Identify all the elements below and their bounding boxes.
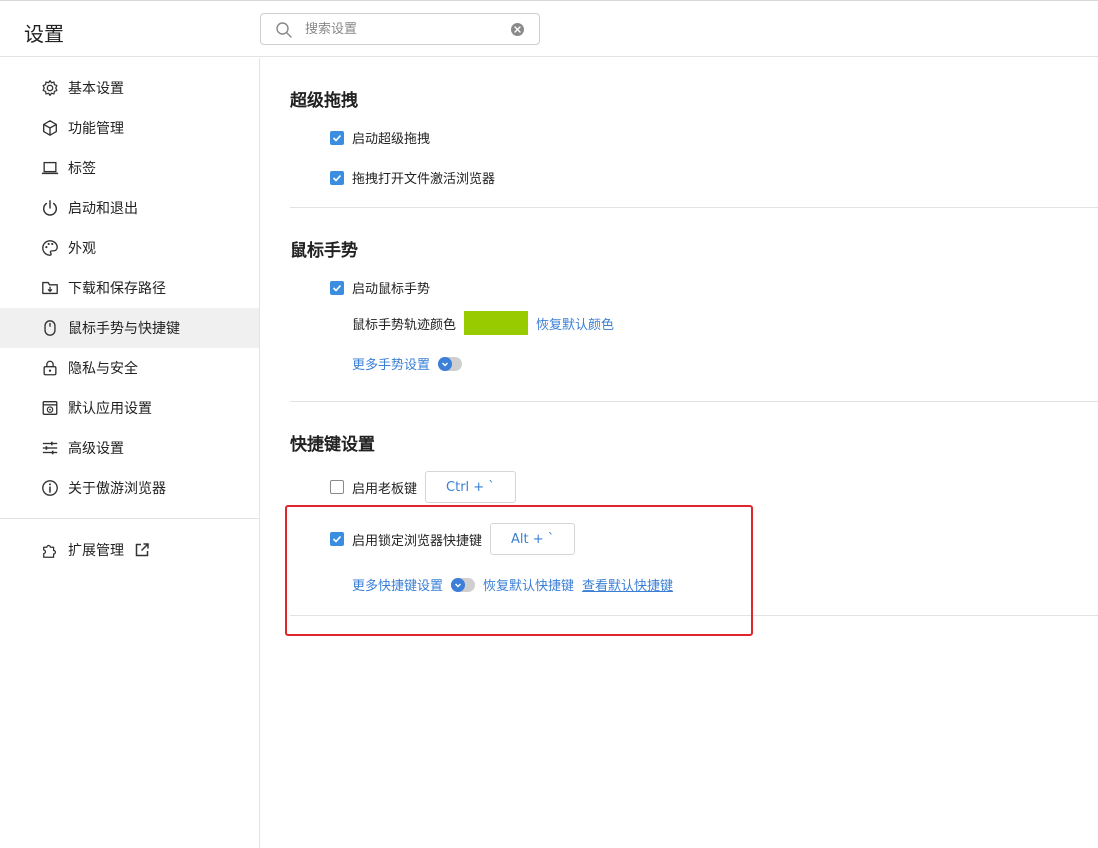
- mouse-icon: [40, 318, 60, 338]
- trail-color-row: 鼠标手势轨迹颜色 恢复默认颜色: [352, 311, 614, 335]
- sidebar-item-label: 隐私与安全: [68, 361, 138, 377]
- sidebar-item-tabs[interactable]: 标签: [0, 148, 259, 188]
- more-shortcut-toggle[interactable]: [451, 577, 476, 592]
- sidebar-item-label: 功能管理: [68, 121, 124, 137]
- check-icon: [332, 174, 342, 182]
- sidebar-item-mouse-gestures[interactable]: 鼠标手势与快捷键: [0, 308, 259, 348]
- sidebar-item-basic[interactable]: 基本设置: [0, 68, 259, 108]
- sidebar-nav: 基本设置 功能管理 标签 启动和退出 外观 下载和保存路径 鼠标手势与快捷键 隐…: [0, 58, 259, 508]
- mouse-gesture-enable-checkbox[interactable]: [330, 280, 344, 295]
- more-shortcut-settings-link[interactable]: 更多快捷键设置: [352, 575, 443, 594]
- search-box[interactable]: [260, 13, 540, 45]
- sliders-icon: [40, 438, 60, 458]
- lock-key-row: 启用锁定浏览器快捷键 Alt + `: [330, 523, 576, 555]
- default-app-icon: [40, 398, 60, 418]
- sidebar-item-startup[interactable]: 启动和退出: [0, 188, 259, 228]
- checkbox-label: 拖拽打开文件激活浏览器: [352, 172, 496, 187]
- view-default-shortcuts-link[interactable]: 查看默认快捷键: [582, 575, 673, 594]
- sidebar-item-label: 下载和保存路径: [68, 281, 166, 297]
- restore-default-color-link[interactable]: 恢复默认颜色: [536, 314, 614, 333]
- chevron-down-icon: [455, 583, 462, 587]
- sidebar-item-features[interactable]: 功能管理: [0, 108, 259, 148]
- trail-color-swatch[interactable]: [464, 311, 529, 335]
- section-title: 超级拖拽: [290, 91, 358, 111]
- search-icon: [276, 22, 292, 38]
- sidebar-item-label: 标签: [68, 161, 96, 177]
- gear-icon: [40, 78, 60, 98]
- sidebar-item-advanced[interactable]: 高级设置: [0, 428, 259, 468]
- super-drag-enable-checkbox[interactable]: [330, 130, 344, 145]
- sidebar-item-default-apps[interactable]: 默认应用设置: [0, 388, 259, 428]
- sidebar-item-label: 扩展管理: [68, 543, 124, 559]
- chevron-down-icon: [442, 362, 449, 366]
- laptop-icon: [40, 158, 60, 178]
- boss-key-row: 启用老板键 Ctrl + `: [330, 471, 516, 503]
- more-shortcut-row: 更多快捷键设置 恢复默认快捷键 查看默认快捷键: [352, 575, 673, 594]
- sidebar-item-about[interactable]: 关于傲游浏览器: [0, 468, 259, 508]
- sidebar-item-label: 高级设置: [68, 441, 124, 457]
- checkbox-label: 启用老板键: [352, 481, 418, 497]
- download-folder-icon: [40, 278, 60, 298]
- mouse-gesture-enable-row: 启动鼠标手势: [330, 278, 430, 297]
- settings-window: 设置 基本设置: [0, 0, 1098, 848]
- search-input[interactable]: [305, 18, 505, 40]
- checkbox-label: 启动超级拖拽: [352, 132, 431, 147]
- palette-icon: [40, 238, 60, 258]
- check-icon: [332, 134, 342, 142]
- trail-color-label: 鼠标手势轨迹颜色: [352, 317, 457, 333]
- sidebar-item-label: 鼠标手势与快捷键: [68, 321, 180, 337]
- lock-key-shortcut-field[interactable]: Alt + `: [490, 523, 576, 555]
- sidebar-item-privacy[interactable]: 隐私与安全: [0, 348, 259, 388]
- puzzle-icon: [40, 540, 60, 560]
- sidebar-item-label: 关于傲游浏览器: [68, 481, 166, 497]
- cube-icon: [40, 118, 60, 138]
- info-icon: [40, 478, 60, 498]
- super-drag-enable-row: 启动超级拖拽: [330, 128, 430, 147]
- more-gesture-settings-link[interactable]: 更多手势设置: [352, 354, 430, 373]
- sidebar-item-label: 外观: [68, 241, 96, 257]
- header: 设置: [0, 1, 1098, 57]
- more-gesture-toggle[interactable]: [438, 356, 463, 371]
- page-title: 设置: [24, 22, 64, 46]
- check-icon: [332, 535, 342, 543]
- external-link-icon: [135, 543, 149, 557]
- section-title: 鼠标手势: [290, 241, 358, 261]
- shortcut-section: 快捷键设置 启用老板键 Ctrl + ` 启用锁定浏览器快捷键 Alt + ` …: [290, 402, 1098, 616]
- sidebar: 基本设置 功能管理 标签 启动和退出 外观 下载和保存路径 鼠标手势与快捷键 隐…: [0, 58, 260, 848]
- checkbox-label: 启用锁定浏览器快捷键: [352, 533, 483, 549]
- toggle-knob: [451, 577, 466, 592]
- settings-content: 超级拖拽 启动超级拖拽 拖拽打开文件激活浏览器 鼠标手势 启动鼠标手势 鼠标手势…: [290, 58, 1098, 616]
- mouse-gesture-section: 鼠标手势 启动鼠标手势 鼠标手势轨迹颜色 恢复默认颜色 更多手势设置: [290, 208, 1098, 402]
- more-gestures: 更多手势设置: [352, 354, 470, 373]
- sidebar-divider: [0, 518, 259, 519]
- boss-key-shortcut-field[interactable]: Ctrl + `: [425, 471, 516, 503]
- toggle-knob: [438, 356, 453, 371]
- lock-browser-key-checkbox[interactable]: [330, 532, 344, 546]
- sidebar-item-appearance[interactable]: 外观: [0, 228, 259, 268]
- super-drag-section: 超级拖拽 启动超级拖拽 拖拽打开文件激活浏览器: [290, 58, 1098, 208]
- sidebar-item-downloads[interactable]: 下载和保存路径: [0, 268, 259, 308]
- power-icon: [40, 198, 60, 218]
- sidebar-item-label: 基本设置: [68, 81, 124, 97]
- lock-icon: [40, 358, 60, 378]
- sidebar-item-label: 默认应用设置: [68, 401, 152, 417]
- sidebar-item-extensions[interactable]: 扩展管理: [0, 530, 259, 570]
- restore-default-shortcuts-link[interactable]: 恢复默认快捷键: [483, 575, 574, 594]
- super-drag-activate-row: 拖拽打开文件激活浏览器: [330, 168, 495, 187]
- boss-key-checkbox[interactable]: [330, 480, 344, 494]
- drag-activate-browser-checkbox[interactable]: [330, 170, 344, 185]
- checkbox-label: 启动鼠标手势: [352, 282, 431, 297]
- section-title: 快捷键设置: [290, 435, 375, 455]
- sidebar-item-label: 启动和退出: [68, 201, 138, 217]
- clear-icon[interactable]: [510, 22, 525, 37]
- check-icon: [332, 284, 342, 292]
